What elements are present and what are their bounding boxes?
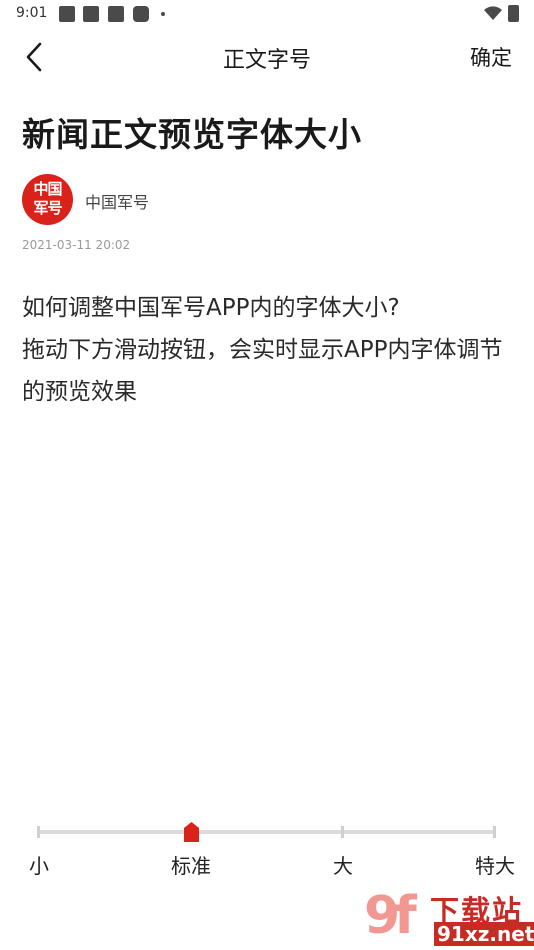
more-dot-icon (161, 12, 165, 16)
watermark-url: 91xz.net (434, 922, 534, 946)
watermark-mark: 9f (364, 886, 417, 946)
status-bar: 9:01 (0, 0, 534, 28)
wifi-icon (484, 6, 502, 21)
article-headline: 新闻正文预览字体大小 (22, 115, 362, 154)
status-time: 9:01 (16, 5, 48, 21)
page-title: 正文字号 (222, 48, 311, 73)
nav-bar: 正文字号 确定 (0, 28, 534, 84)
source-logo-text: 中国军号 (33, 180, 62, 217)
battery-icon (508, 5, 519, 22)
source-name: 中国军号 (85, 193, 150, 212)
article-body: 如何调整中国军号APP内的字体大小? 拖动下方滑动按钮，会实时显示APP内字体调… (22, 287, 517, 413)
source-logo: 中国军号 (22, 174, 73, 225)
slider-tick (37, 826, 40, 838)
slider-tick (493, 826, 496, 838)
confirm-button[interactable]: 确定 (470, 42, 512, 72)
notification-icon (108, 6, 124, 22)
notification-icon (133, 6, 149, 22)
slider-track (39, 830, 495, 834)
slider-tick (341, 826, 344, 838)
notification-icon (83, 6, 99, 22)
size-option-large[interactable]: 大 (333, 850, 353, 879)
article-paragraph: 拖动下方滑动按钮，会实时显示APP内字体调节的预览效果 (22, 337, 503, 405)
size-option-extra-large[interactable]: 特大 (475, 850, 515, 879)
size-option-standard[interactable]: 标准 (171, 850, 211, 879)
watermark-logo: 9f 下载站 91xz.net (364, 886, 534, 948)
slider-thumb[interactable] (184, 822, 199, 842)
size-option-small[interactable]: 小 (29, 850, 49, 879)
publish-date: 2021-03-11 20:02 (22, 238, 131, 252)
font-size-slider[interactable] (37, 820, 497, 844)
notification-icon (59, 6, 75, 22)
article-paragraph: 如何调整中国军号APP内的字体大小? (22, 295, 400, 321)
